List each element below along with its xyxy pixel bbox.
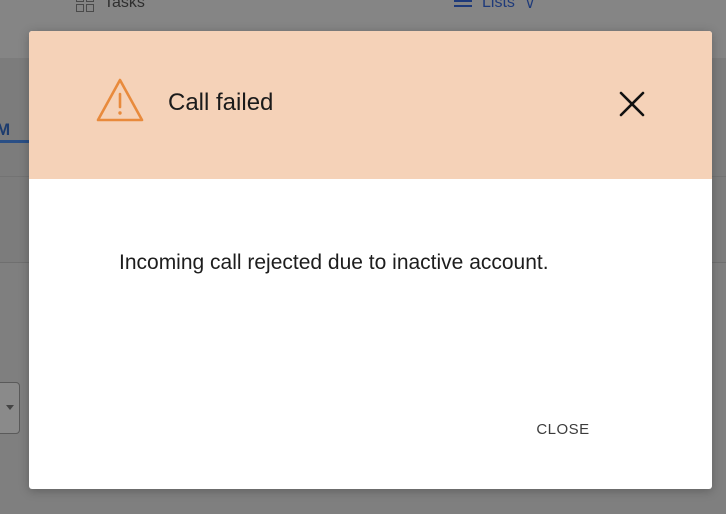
nav-tasks[interactable]: Tasks (76, 0, 145, 12)
dialog-title: Call failed (168, 89, 274, 116)
nav-lists[interactable]: Lists ∨ (454, 0, 535, 12)
caret-down-icon (6, 405, 14, 410)
close-icon[interactable] (617, 89, 647, 119)
tab-partial[interactable]: I M (0, 100, 32, 139)
list-icon (454, 0, 472, 12)
grid-icon (76, 0, 94, 12)
call-failed-dialog: Call failed Incoming call rejected due t… (29, 31, 712, 489)
close-button[interactable]: CLOSE (523, 415, 603, 445)
nav-tasks-label: Tasks (104, 0, 145, 11)
warning-triangle-icon (96, 78, 144, 122)
dropdown-partial[interactable] (0, 382, 20, 434)
nav-lists-label: Lists (482, 0, 515, 11)
chevron-down-icon: ∨ (524, 0, 536, 11)
dialog-message: Incoming call rejected due to inactive a… (119, 251, 549, 274)
active-tab-indicator (0, 140, 30, 143)
dialog-header: Call failed (29, 31, 712, 179)
